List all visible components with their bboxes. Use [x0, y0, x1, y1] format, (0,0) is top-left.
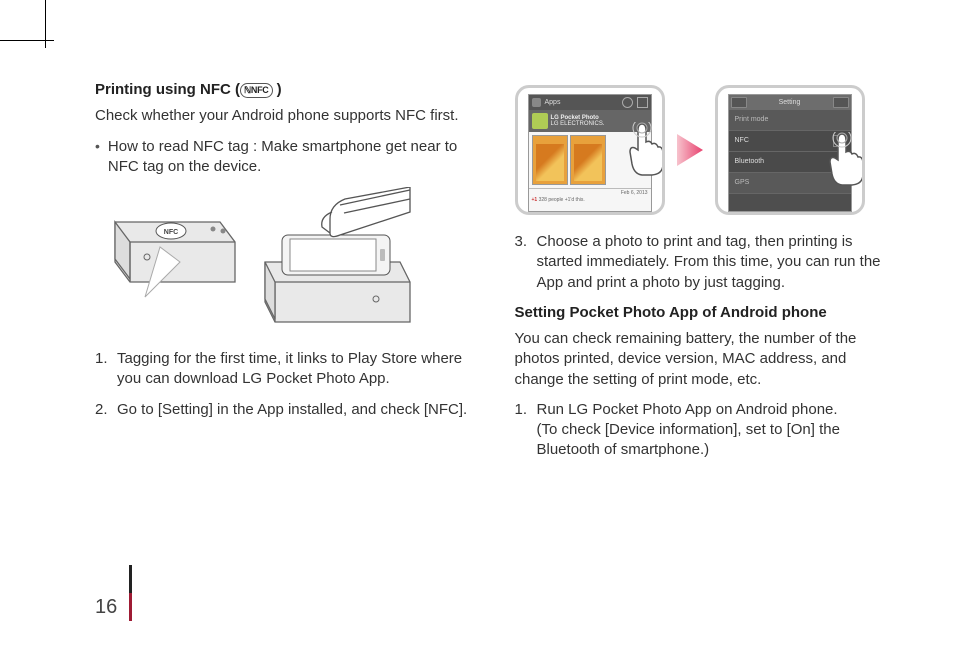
step-1: Tagging for the first time, it links to … — [95, 349, 475, 390]
footer-date: Feb 6, 2013 — [532, 190, 648, 197]
phone-left-footer: Feb 6, 2013 +1 328 people +1'd this. — [529, 188, 651, 211]
page-number: 16 — [95, 594, 117, 621]
bullet-list: How to read NFC tag : Make smartphone ge… — [95, 137, 475, 178]
sample-photo-1 — [532, 135, 568, 185]
setting-row-gps: GPS — [729, 173, 851, 194]
nfc-icon: ℕNFC — [240, 83, 273, 98]
checkbox-icon — [833, 135, 845, 147]
setting-app-para: You can check remaining battery, the num… — [515, 329, 895, 390]
step-1b: Run LG Pocket Photo App on Android phone… — [515, 400, 895, 461]
step-1b-line1: Run LG Pocket Photo App on Android phone… — [537, 401, 838, 418]
step-1-text: Tagging for the first time, it links to … — [117, 350, 462, 387]
intro-text: Check whether your Android phone support… — [95, 106, 475, 126]
page-content: Printing using NFC (ℕNFC ) Check whether… — [95, 80, 894, 641]
arrow-icon — [675, 130, 705, 170]
phone-right-topbar: Setting — [729, 95, 851, 110]
setting-row-bluetooth: Bluetooth — [729, 152, 851, 173]
step-3: Choose a photo to print and tag, then pr… — [515, 232, 895, 293]
step-2-text: Go to [Setting] in the App installed, an… — [117, 401, 467, 418]
phone-right: Setting Print mode NFC Bluetooth GPS — [715, 85, 865, 215]
steps-left: Tagging for the first time, it links to … — [95, 349, 475, 420]
setting-title: Setting — [779, 98, 801, 107]
phone-left-app-row: LG Pocket Photo LG ELECTRONICS. — [529, 110, 651, 132]
page-number-rule — [129, 565, 132, 621]
row-label: Bluetooth — [735, 157, 765, 166]
bullet-text: How to read NFC tag : Make smartphone ge… — [108, 137, 475, 178]
step-1b-line2: (To check [Device information], set to [… — [537, 421, 840, 458]
page-number-block: 16 — [95, 565, 132, 621]
phone-left-topbar: Apps — [529, 95, 651, 110]
phone-left: Apps LG Pocket Photo LG ELECTRONICS. — [515, 85, 665, 215]
apps-label: Apps — [545, 98, 561, 107]
plus-one-icon: +1 — [532, 197, 538, 203]
illustration-device-tag: NFC — [105, 187, 415, 337]
step-3-text: Choose a photo to print and tag, then pr… — [537, 233, 881, 291]
nfc-icon-text: NFC — [251, 86, 269, 95]
footer-people: 328 people +1'd this. — [539, 197, 585, 203]
grid-icon — [532, 98, 541, 107]
search-icon — [622, 97, 633, 108]
info-button-icon — [833, 97, 849, 108]
phone-left-body — [529, 132, 651, 185]
heading-text-prefix: Printing using NFC ( — [95, 81, 240, 98]
row-label: NFC — [735, 136, 749, 145]
share-icon — [637, 97, 648, 108]
sample-photo-2 — [570, 135, 606, 185]
heading-text-suffix: ) — [273, 81, 282, 98]
heading-setting-app: Setting Pocket Photo App of Android phon… — [515, 303, 895, 323]
row-label: Print mode — [735, 115, 769, 124]
column-left: Printing using NFC (ℕNFC ) Check whether… — [95, 80, 475, 471]
device-nfc-label: NFC — [164, 229, 178, 236]
row-label: GPS — [735, 178, 750, 187]
heading-printing-nfc: Printing using NFC (ℕNFC ) — [95, 80, 475, 100]
setting-row-printmode: Print mode — [729, 110, 851, 131]
steps-right-a: Choose a photo to print and tag, then pr… — [515, 232, 895, 293]
app-subtitle: LG ELECTRONICS. — [551, 121, 605, 127]
crop-mark-horizontal — [0, 40, 54, 41]
setting-row-nfc: NFC — [729, 131, 851, 152]
illustration-phones: Apps LG Pocket Photo LG ELECTRONICS. — [515, 80, 895, 220]
column-right: Apps LG Pocket Photo LG ELECTRONICS. — [515, 80, 895, 471]
back-button-icon — [731, 97, 747, 108]
step-2: Go to [Setting] in the App installed, an… — [95, 400, 475, 420]
app-thumb-icon — [532, 113, 548, 129]
steps-right-b: Run LG Pocket Photo App on Android phone… — [515, 400, 895, 461]
bullet-item: How to read NFC tag : Make smartphone ge… — [95, 137, 475, 178]
